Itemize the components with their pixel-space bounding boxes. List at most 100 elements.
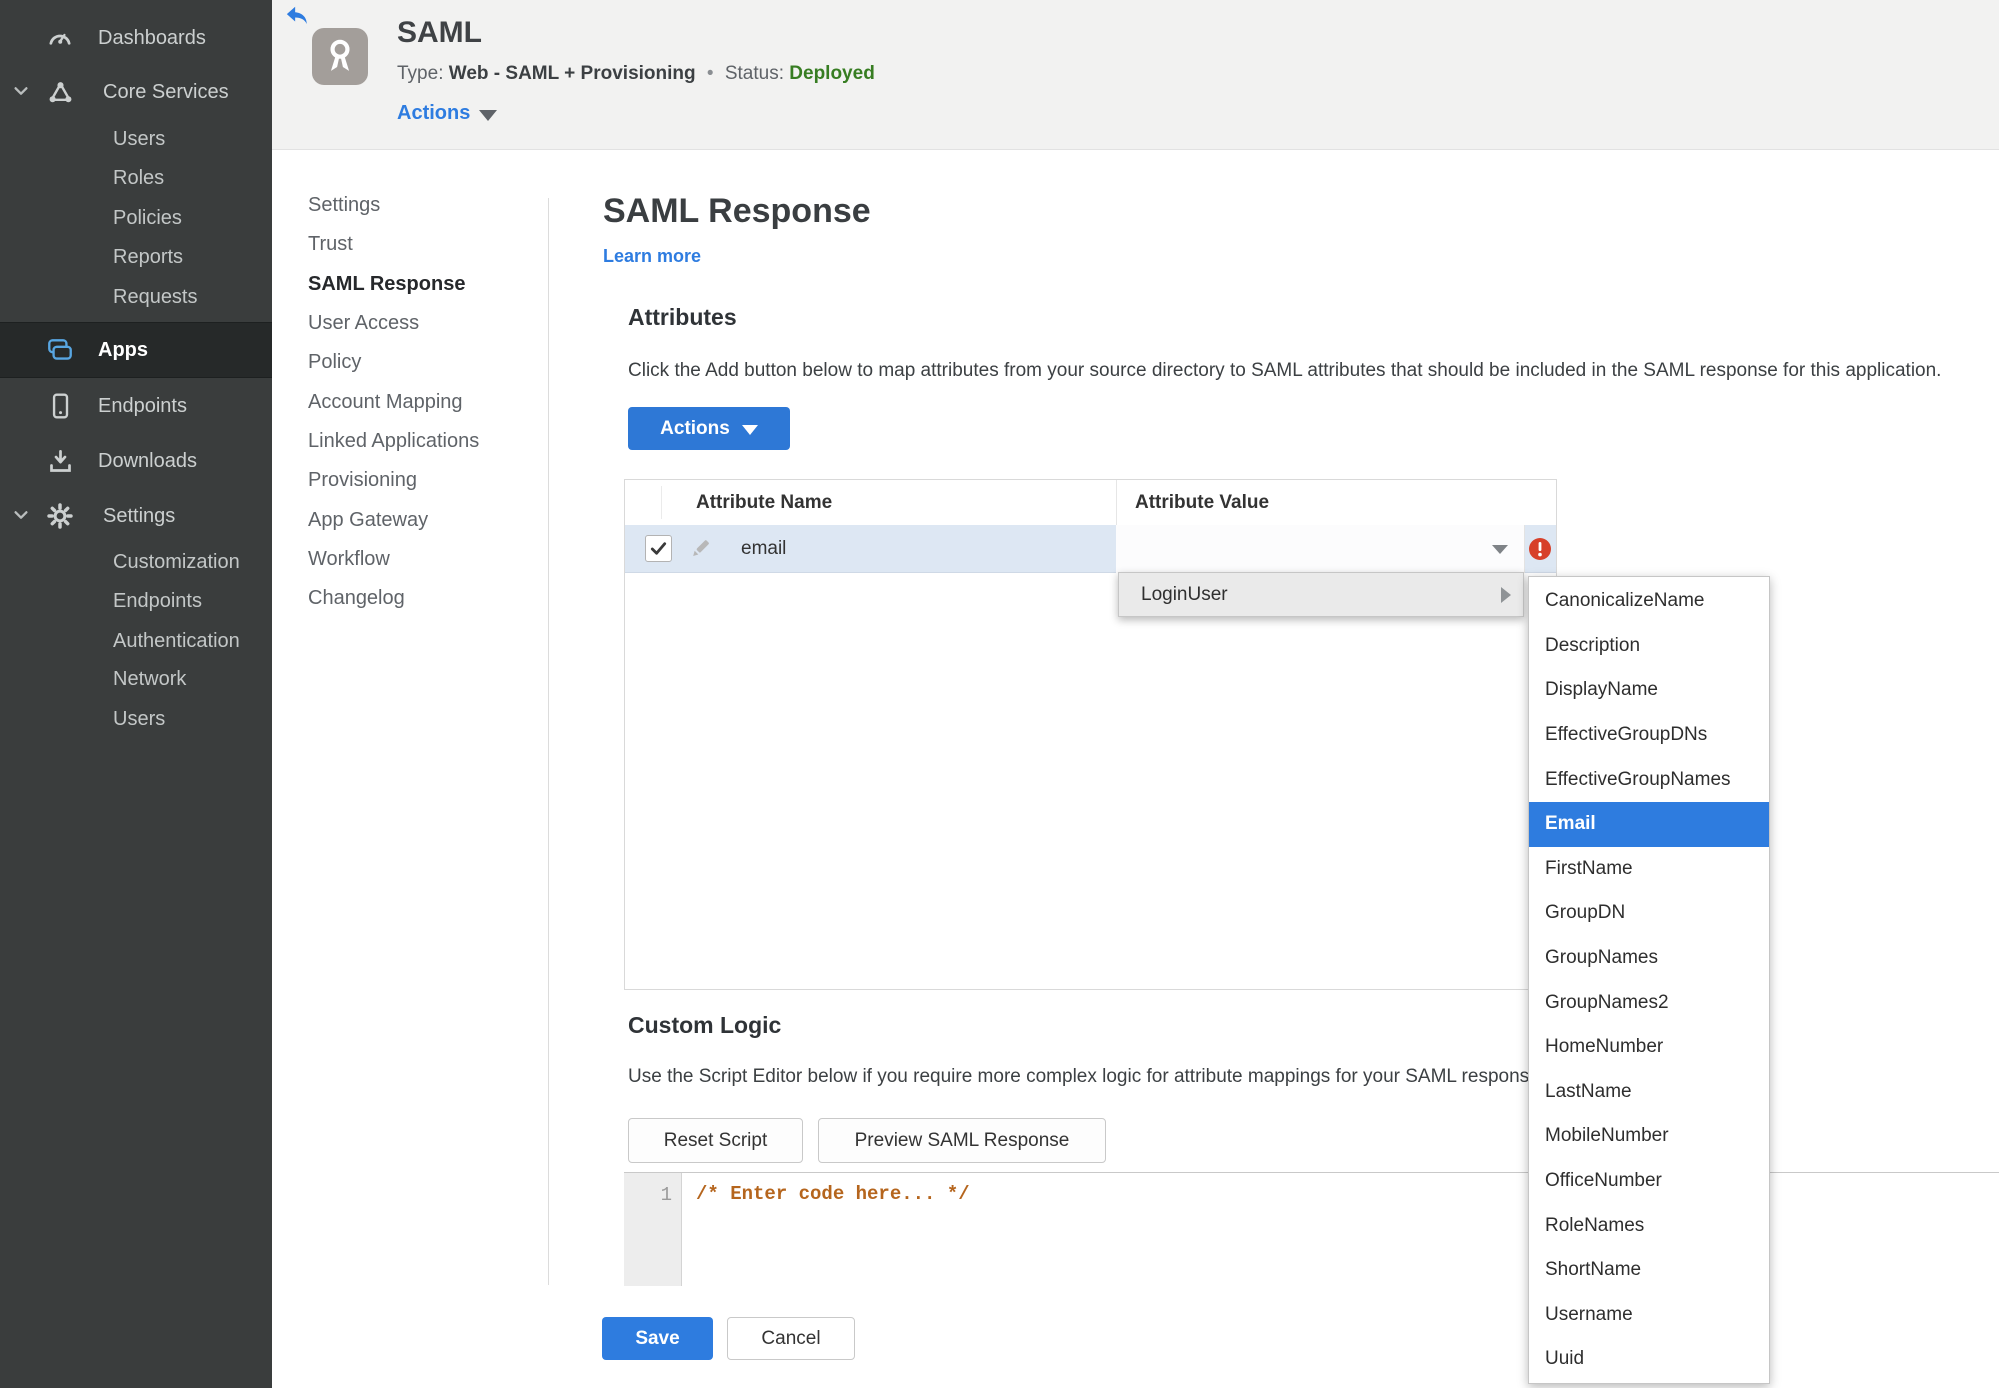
app-meta: Type: Web - SAML + Provisioning • Status… bbox=[397, 63, 875, 85]
subnav-item-policy[interactable]: Policy bbox=[308, 343, 479, 382]
subnav-item-workflow[interactable]: Workflow bbox=[308, 540, 479, 579]
type-label: Type: bbox=[397, 63, 444, 84]
sidebar-item-endpoints[interactable]: Endpoints bbox=[0, 386, 272, 426]
subnav-item-saml-response[interactable]: SAML Response bbox=[308, 265, 479, 304]
header-actions-menu[interactable]: Actions bbox=[397, 102, 498, 125]
subnav-item-linked-applications[interactable]: Linked Applications bbox=[308, 422, 479, 461]
sidebar-item-label: Dashboards bbox=[98, 26, 206, 49]
sidebar-item-settings-endpoints[interactable]: Endpoints bbox=[0, 581, 272, 621]
sidebar-item-label: Policies bbox=[113, 206, 182, 229]
sidebar-item-label: Users bbox=[113, 127, 166, 150]
column-divider bbox=[661, 486, 662, 519]
sidebar-item-label: Settings bbox=[103, 504, 176, 527]
submenu-item-firstname[interactable]: FirstName bbox=[1529, 847, 1769, 892]
sidebar-item-settings[interactable]: Settings bbox=[0, 496, 272, 536]
sidebar-item-policies[interactable]: Policies bbox=[0, 198, 272, 238]
app-subnav: Settings Trust SAML Response User Access… bbox=[308, 186, 479, 618]
sidebar-item-label: Roles bbox=[113, 166, 165, 189]
subnav-item-user-access[interactable]: User Access bbox=[308, 304, 479, 343]
chevron-right-icon bbox=[1501, 587, 1511, 603]
editor-code[interactable]: /* Enter code here... */ bbox=[696, 1183, 970, 1205]
submenu-item-description[interactable]: Description bbox=[1529, 624, 1769, 669]
sidebar-item-label: Core Services bbox=[103, 80, 229, 103]
row-checkbox[interactable] bbox=[645, 535, 672, 562]
submenu-item-username[interactable]: Username bbox=[1529, 1293, 1769, 1338]
app-window: Dashboards Core Services Users Roles Pol… bbox=[0, 0, 1999, 1388]
chevron-down-icon[interactable] bbox=[12, 506, 32, 526]
sidebar-item-dashboards[interactable]: Dashboards bbox=[0, 18, 272, 58]
submenu-item-shortname[interactable]: ShortName bbox=[1529, 1248, 1769, 1293]
save-button[interactable]: Save bbox=[602, 1317, 713, 1360]
cancel-button[interactable]: Cancel bbox=[727, 1317, 855, 1360]
subnav-divider bbox=[548, 198, 549, 1285]
value-menu-loginuser[interactable]: LoginUser bbox=[1118, 572, 1524, 617]
status-label: Status: bbox=[724, 63, 784, 84]
app-header: SAML Type: Web - SAML + Provisioning • S… bbox=[272, 0, 1999, 150]
submenu-item-effectivegroupnames[interactable]: EffectiveGroupNames bbox=[1529, 757, 1769, 802]
submenu-item-homenumber[interactable]: HomeNumber bbox=[1529, 1025, 1769, 1070]
sidebar-item-core-services[interactable]: Core Services bbox=[0, 72, 272, 112]
sidebar-item-users[interactable]: Users bbox=[0, 119, 272, 159]
sidebar-item-downloads[interactable]: Downloads bbox=[0, 441, 272, 481]
submenu-item-rolenames[interactable]: RoleNames bbox=[1529, 1203, 1769, 1248]
value-menu-label: LoginUser bbox=[1141, 583, 1228, 605]
submenu-item-lastname[interactable]: LastName bbox=[1529, 1070, 1769, 1115]
line-number: 1 bbox=[660, 1184, 672, 1206]
attributes-table: Attribute Name Attribute Value email bbox=[624, 479, 1557, 990]
sidebar-item-roles[interactable]: Roles bbox=[0, 158, 272, 198]
submenu-item-groupdn[interactable]: GroupDN bbox=[1529, 891, 1769, 936]
subnav-item-provisioning[interactable]: Provisioning bbox=[308, 461, 479, 500]
reset-script-button[interactable]: Reset Script bbox=[628, 1118, 803, 1163]
subnav-item-trust[interactable]: Trust bbox=[308, 225, 479, 264]
submenu-item-officenumber[interactable]: OfficeNumber bbox=[1529, 1159, 1769, 1204]
sidebar-item-label: Apps bbox=[98, 338, 148, 361]
subnav-item-settings[interactable]: Settings bbox=[308, 186, 479, 225]
learn-more-link[interactable]: Learn more bbox=[603, 246, 701, 267]
submenu-item-uuid[interactable]: Uuid bbox=[1529, 1337, 1769, 1382]
sidebar-item-settings-users[interactable]: Users bbox=[0, 699, 272, 739]
section-title: SAML Response bbox=[603, 192, 871, 230]
value-submenu: CanonicalizeName Description DisplayName… bbox=[1528, 576, 1770, 1384]
attributes-heading: Attributes bbox=[628, 304, 737, 330]
submenu-item-effectivegroupdns[interactable]: EffectiveGroupDNs bbox=[1529, 713, 1769, 758]
gauge-icon bbox=[45, 23, 75, 53]
submenu-item-email-selected[interactable]: Email bbox=[1529, 801, 1769, 847]
phone-icon bbox=[45, 391, 75, 421]
submenu-item-groupnames[interactable]: GroupNames bbox=[1529, 936, 1769, 981]
sidebar-item-label: Reports bbox=[113, 245, 184, 268]
sidebar-item-requests[interactable]: Requests bbox=[0, 277, 272, 317]
primary-sidebar: Dashboards Core Services Users Roles Pol… bbox=[0, 0, 272, 1388]
sidebar-item-network[interactable]: Network bbox=[0, 659, 272, 699]
sidebar-item-apps[interactable]: Apps bbox=[0, 322, 272, 378]
subnav-item-app-gateway[interactable]: App Gateway bbox=[308, 500, 479, 539]
column-header-attribute-value: Attribute Value bbox=[1135, 491, 1270, 513]
sidebar-item-label: Authentication bbox=[113, 629, 240, 652]
sidebar-item-label: Requests bbox=[113, 285, 198, 308]
chevron-down-icon bbox=[479, 109, 498, 121]
chevron-down-icon[interactable] bbox=[12, 82, 32, 102]
award-badge-icon bbox=[312, 28, 368, 85]
submenu-item-groupnames2[interactable]: GroupNames2 bbox=[1529, 980, 1769, 1025]
script-editor[interactable]: 1 /* Enter code here... */ bbox=[624, 1172, 1999, 1286]
submenu-item-displayname[interactable]: DisplayName bbox=[1529, 668, 1769, 713]
submenu-item-canonicalizename[interactable]: CanonicalizeName bbox=[1529, 579, 1769, 624]
editor-gutter: 1 bbox=[624, 1173, 682, 1286]
submenu-item-mobilenumber[interactable]: MobileNumber bbox=[1529, 1114, 1769, 1159]
sidebar-item-customization[interactable]: Customization bbox=[0, 542, 272, 582]
attribute-value-dropdown[interactable] bbox=[1116, 525, 1525, 573]
status-badge: Deployed bbox=[789, 63, 875, 84]
table-row[interactable]: email bbox=[625, 525, 1556, 573]
table-actions-label: Actions bbox=[660, 417, 730, 439]
sidebar-item-authentication[interactable]: Authentication bbox=[0, 621, 272, 661]
edit-pencil-icon[interactable] bbox=[689, 537, 712, 560]
sidebar-item-label: Endpoints bbox=[113, 589, 202, 612]
subnav-item-changelog[interactable]: Changelog bbox=[308, 579, 479, 618]
chevron-down-icon bbox=[741, 424, 758, 435]
page-title: SAML bbox=[397, 16, 482, 49]
sidebar-item-label: Downloads bbox=[98, 449, 197, 472]
sidebar-item-reports[interactable]: Reports bbox=[0, 237, 272, 277]
table-actions-button[interactable]: Actions bbox=[628, 407, 790, 450]
back-arrow-icon[interactable] bbox=[285, 5, 309, 27]
preview-saml-response-button[interactable]: Preview SAML Response bbox=[818, 1118, 1106, 1163]
subnav-item-account-mapping[interactable]: Account Mapping bbox=[308, 382, 479, 421]
